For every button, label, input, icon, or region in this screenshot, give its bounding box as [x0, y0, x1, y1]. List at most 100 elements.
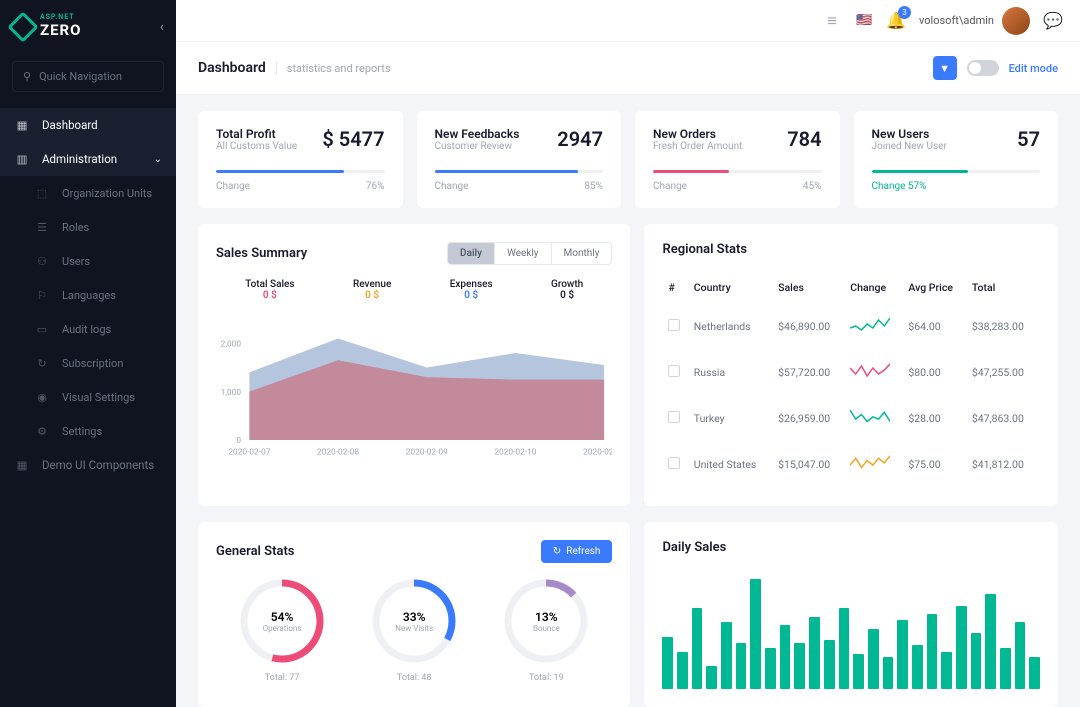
- sidebar-item-subscription[interactable]: ↻Subscription: [0, 346, 176, 380]
- bar: [956, 606, 967, 689]
- card-title: Sales Summary: [216, 246, 307, 261]
- table-row: Turkey$26,959.00 $28.00$47,863.00: [664, 396, 1038, 440]
- language-flag-icon[interactable]: 🇺🇸: [855, 12, 873, 30]
- bar: [868, 629, 879, 689]
- row-checkbox[interactable]: [668, 411, 680, 423]
- row-checkbox[interactable]: [668, 365, 680, 377]
- dashboard-icon: ▦: [14, 117, 30, 133]
- chevron-down-icon: ⌄: [154, 154, 162, 165]
- svg-text:2020-02-10: 2020-02-10: [494, 448, 536, 458]
- logo-text: ZERO: [40, 21, 82, 39]
- users-icon: ⚇: [34, 253, 50, 269]
- admin-icon: ▥: [14, 151, 30, 167]
- bar: [780, 625, 791, 689]
- refresh-button[interactable]: ↻Refresh: [541, 540, 613, 563]
- sidebar-item-languages[interactable]: ⚐Languages: [0, 278, 176, 312]
- tab-weekly[interactable]: Weekly: [494, 243, 551, 264]
- svg-text:2020-02-09: 2020-02-09: [406, 448, 448, 458]
- logo-tagline: ASP.NET: [40, 14, 82, 21]
- audit-icon: ▭: [34, 321, 50, 337]
- sales-summary-card: Sales Summary Daily Weekly Monthly Total…: [198, 224, 630, 506]
- bar: [721, 622, 732, 689]
- kpi-card: New OrdersFresh Order Amount 784 Change4…: [635, 111, 840, 208]
- row-checkbox[interactable]: [668, 319, 680, 331]
- card-title: General Stats: [216, 544, 295, 559]
- notif-badge: 3: [898, 6, 911, 19]
- general-stats-card: General Stats ↻Refresh 54%Operations Tot…: [198, 522, 630, 707]
- row-checkbox[interactable]: [668, 457, 680, 469]
- donut-stat: 13%Bounce Total: 19: [502, 577, 590, 683]
- sidebar-item-visual-settings[interactable]: ◉Visual Settings: [0, 380, 176, 414]
- bar: [1029, 657, 1040, 689]
- gear-icon: ⚙: [34, 423, 50, 439]
- svg-text:2,000: 2,000: [221, 339, 242, 349]
- sidebar-item-administration[interactable]: ▥ Administration ⌄: [0, 142, 176, 176]
- bar: [853, 654, 864, 689]
- svg-text:0: 0: [236, 436, 241, 446]
- table-row: Russia$57,720.00 $80.00$47,255.00: [664, 350, 1038, 394]
- bar: [662, 637, 673, 689]
- bar: [809, 617, 820, 689]
- bar: [1015, 622, 1026, 689]
- bar: [971, 633, 982, 689]
- sub-icon: ↻: [34, 355, 50, 371]
- kpi-card: New FeedbacksCustomer Review 2947 Change…: [417, 111, 622, 208]
- bar: [941, 652, 952, 689]
- grid-icon: ▦: [14, 457, 30, 473]
- sidebar-item-settings[interactable]: ⚙Settings: [0, 414, 176, 448]
- bar: [750, 579, 761, 689]
- sidebar-item-org-units[interactable]: ⬚Organization Units: [0, 176, 176, 210]
- logo[interactable]: ASP.NET ZERO: [12, 14, 82, 39]
- bar: [765, 648, 776, 689]
- lang-icon: ⚐: [34, 287, 50, 303]
- bar: [897, 620, 908, 689]
- table-row: Netherlands$46,890.00 $64.00$38,283.00: [664, 304, 1038, 348]
- logo-icon: [7, 11, 38, 42]
- bar: [927, 614, 938, 689]
- svg-text:2020-02-11: 2020-02-11: [583, 448, 612, 458]
- refresh-icon: ↻: [553, 546, 561, 557]
- roles-icon: ☰: [34, 219, 50, 235]
- filter-button[interactable]: ▼: [933, 56, 957, 80]
- edit-mode-toggle[interactable]: [967, 60, 999, 76]
- donut-stat: 33%New Visits Total: 48: [370, 577, 458, 683]
- sidebar-item-users[interactable]: ⚇Users: [0, 244, 176, 278]
- svg-text:2020-02-07: 2020-02-07: [228, 448, 270, 458]
- daily-sales-card: Daily Sales: [644, 522, 1058, 707]
- donut-stat: 54%Operations Total: 77: [238, 577, 326, 683]
- kpi-card: New UsersJoined New User 57 Change 57%: [854, 111, 1059, 208]
- bar: [839, 608, 850, 689]
- user-menu[interactable]: volosoft\admin: [919, 7, 1030, 35]
- chat-icon[interactable]: 💬: [1044, 12, 1062, 30]
- bar: [677, 652, 688, 689]
- sidebar-item-dashboard[interactable]: ▦ Dashboard: [0, 108, 176, 142]
- bar: [1000, 648, 1011, 689]
- sidebar-item-demo-ui[interactable]: ▦ Demo UI Components: [0, 448, 176, 482]
- bar: [706, 666, 717, 689]
- bar: [794, 643, 805, 689]
- edit-mode-label: Edit mode: [1009, 62, 1058, 75]
- page-subtitle: statistics and reports: [276, 62, 391, 75]
- sidebar-collapse-button[interactable]: ‹: [160, 19, 164, 35]
- toggle-bars-icon[interactable]: ≡: [823, 12, 841, 30]
- sidebar-item-roles[interactable]: ☰Roles: [0, 210, 176, 244]
- svg-text:1,000: 1,000: [221, 388, 242, 398]
- notifications-button[interactable]: 🔔3: [887, 12, 905, 30]
- search-icon: ⚲: [23, 70, 31, 83]
- page-title: Dashboard: [198, 60, 266, 76]
- bar: [883, 657, 894, 689]
- bar: [985, 594, 996, 689]
- card-title: Regional Stats: [662, 242, 747, 257]
- regional-stats-card: Regional Stats # Country Sales Change Av…: [644, 224, 1058, 506]
- bar: [736, 643, 747, 689]
- card-title: Daily Sales: [662, 540, 726, 555]
- quick-navigation-input[interactable]: ⚲ Quick Navigation: [12, 61, 164, 92]
- visual-icon: ◉: [34, 389, 50, 405]
- table-row: United States$15,047.00 $75.00$41,812.00: [664, 442, 1038, 486]
- bar: [824, 640, 835, 689]
- sidebar-item-auditlogs[interactable]: ▭Audit logs: [0, 312, 176, 346]
- svg-text:2020-02-08: 2020-02-08: [317, 448, 359, 458]
- tab-monthly[interactable]: Monthly: [551, 243, 612, 264]
- tab-daily[interactable]: Daily: [448, 243, 494, 264]
- bar: [692, 608, 703, 689]
